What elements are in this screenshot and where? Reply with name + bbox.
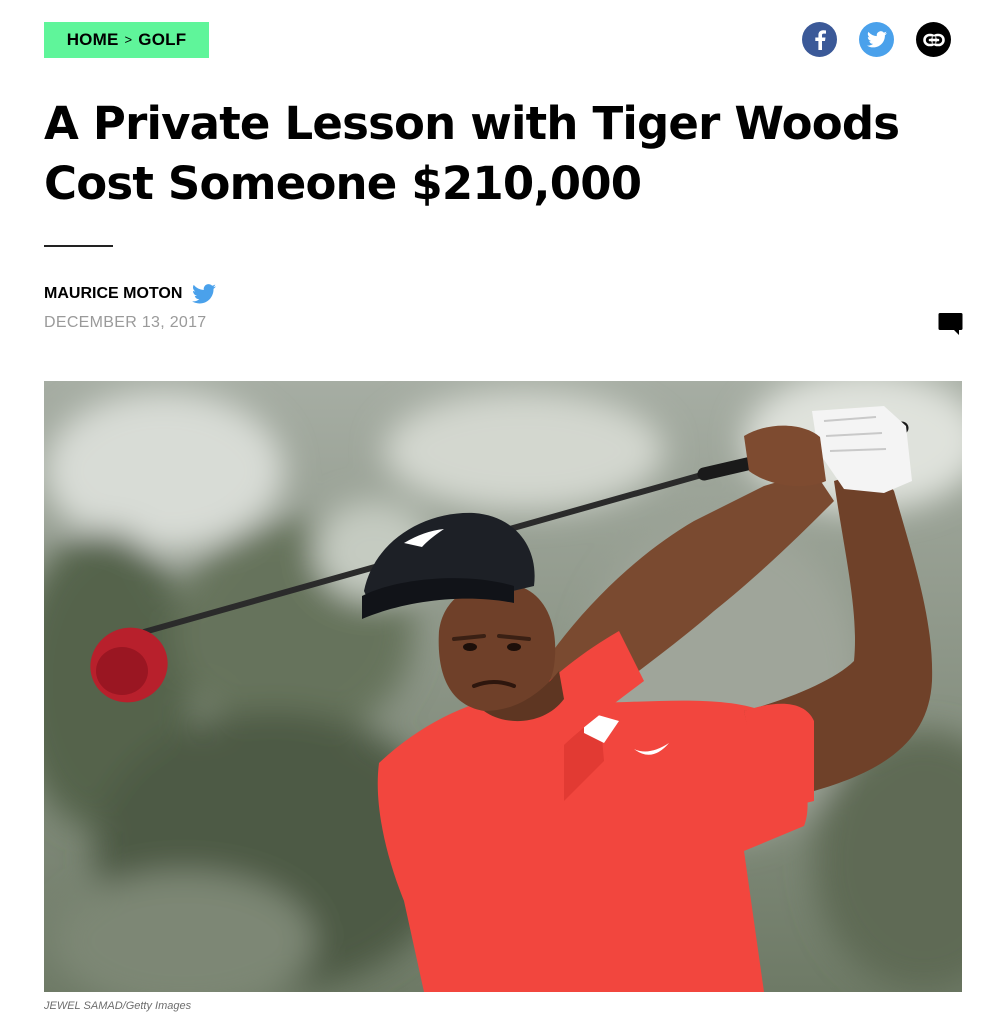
byline: MAURICE MOTON — [44, 284, 217, 304]
facebook-icon — [814, 29, 826, 50]
golfer-photo — [44, 381, 962, 992]
publish-date: DECEMBER 13, 2017 — [44, 314, 207, 331]
author-twitter-icon[interactable] — [192, 284, 217, 304]
copy-link-button[interactable] — [916, 22, 951, 57]
breadcrumb-separator: > — [124, 31, 133, 47]
comment-icon[interactable] — [938, 312, 963, 336]
twitter-share-button[interactable] — [859, 22, 894, 57]
facebook-share-button[interactable] — [802, 22, 837, 57]
breadcrumb: HOME > GOLF — [44, 22, 209, 58]
twitter-icon — [866, 31, 887, 48]
title-divider — [44, 245, 113, 247]
share-buttons — [802, 22, 951, 57]
photo-credit: JEWEL SAMAD/Getty Images — [44, 1000, 192, 1012]
link-icon — [922, 33, 945, 46]
breadcrumb-home-link[interactable]: HOME — [67, 30, 119, 50]
article-page: HOME > GOLF A Private Lesson with Tiger … — [0, 0, 987, 1024]
breadcrumb-golf-link[interactable]: GOLF — [138, 30, 186, 50]
author-name[interactable]: MAURICE MOTON — [44, 285, 182, 303]
article-title: A Private Lesson with Tiger Woods Cost S… — [44, 97, 900, 210]
hero-image — [44, 381, 962, 992]
